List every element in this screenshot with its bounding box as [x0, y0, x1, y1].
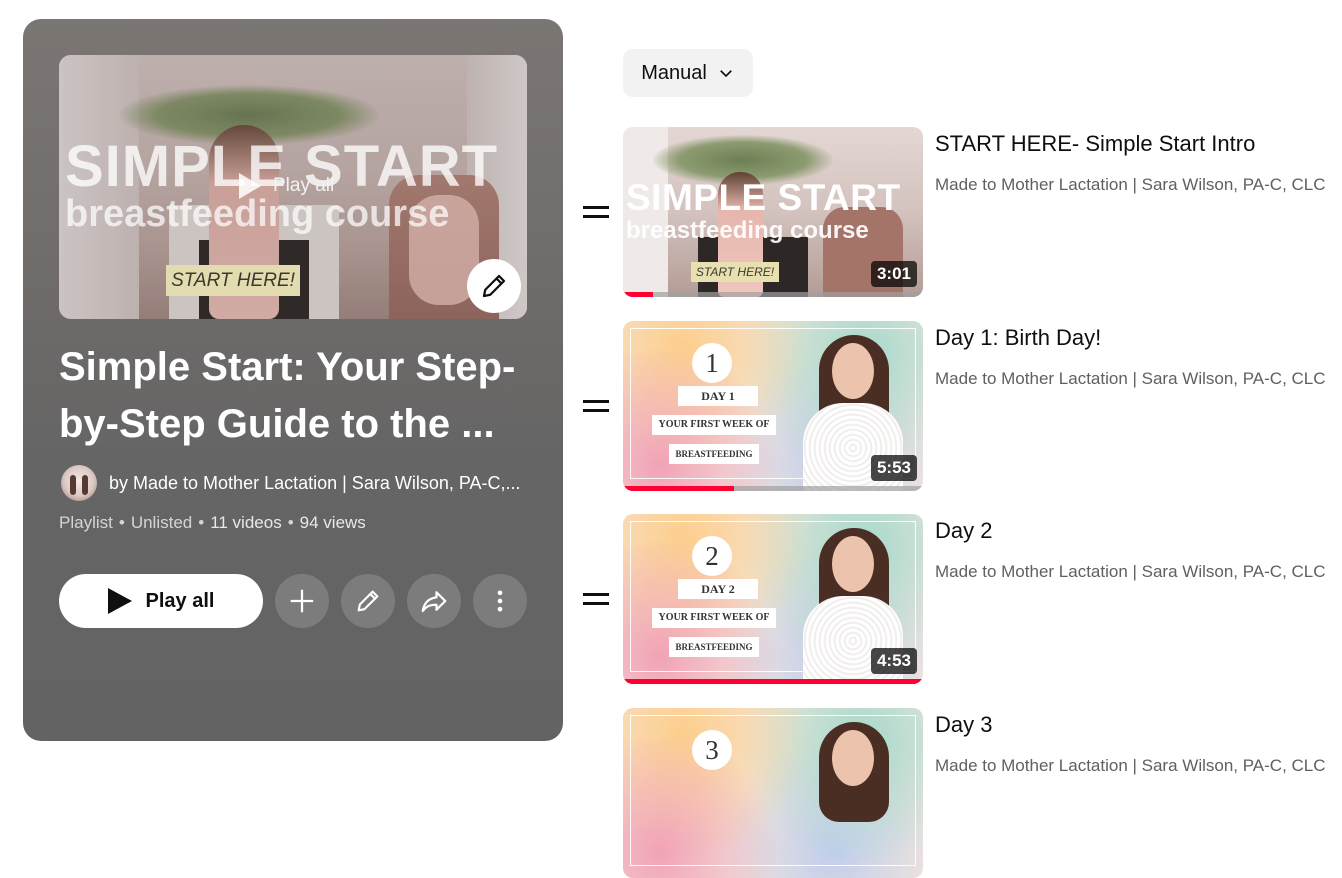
playlist-type: Playlist	[59, 513, 113, 532]
drag-handle-icon	[583, 400, 609, 412]
avatar[interactable]	[61, 465, 97, 501]
duration-badge: 4:53	[870, 648, 917, 674]
playlist-video-row[interactable]: 3 Day 3 Made to Mother Lactation | Sara …	[578, 708, 1342, 878]
play-icon	[107, 588, 132, 614]
thumbnail-subtitle-2: BREASTFEEDING	[669, 444, 759, 464]
playlist-meta: Playlist • Unlisted • 11 videos • 94 vie…	[59, 513, 366, 533]
add-to-button[interactable]	[275, 574, 329, 628]
thumbnail-day-label: DAY 1	[678, 386, 758, 406]
share-button[interactable]	[407, 574, 461, 628]
owner-name[interactable]: by Made to Mother Lactation | Sara Wilso…	[109, 473, 521, 494]
thumbnail-badge: START HERE!	[166, 265, 300, 296]
play-all-button[interactable]: Play all	[59, 574, 263, 628]
thumbnail-day-number: 1	[692, 343, 732, 383]
playlist-video-row[interactable]: SIMPLE START breastfeeding course START …	[578, 127, 1342, 297]
play-icon	[239, 173, 261, 199]
thumbnail-subtitle: YOUR FIRST WEEK OF	[652, 608, 776, 628]
playlist-view-count: 94 views	[299, 513, 366, 532]
thumbnail-title-line2: breastfeeding course	[626, 217, 869, 244]
playlist-actions: Play all	[59, 574, 527, 628]
playlist-video-count: 11 videos	[210, 513, 282, 532]
thumbnail-day-number: 2	[692, 536, 732, 576]
pencil-icon	[357, 590, 379, 612]
duration-badge: 5:53	[870, 455, 917, 481]
thumbnail-subtitle: YOUR FIRST WEEK OF	[652, 415, 776, 435]
video-title[interactable]: START HERE- Simple Start Intro	[935, 131, 1255, 157]
thumbnail-title-line1: SIMPLE START	[626, 177, 901, 218]
drag-handle[interactable]	[578, 514, 614, 684]
playlist-title-line1: Simple Start: Your Step-	[59, 345, 516, 389]
video-thumbnail[interactable]: 2 DAY 2 YOUR FIRST WEEK OF BREASTFEEDING…	[623, 514, 923, 684]
watch-progress-track	[623, 292, 923, 297]
meta-separator: •	[287, 513, 294, 532]
video-channel[interactable]: Made to Mother Lactation | Sara Wilson, …	[935, 369, 1326, 389]
more-actions-button[interactable]	[473, 574, 527, 628]
video-thumbnail[interactable]: 1 DAY 1 YOUR FIRST WEEK OF BREASTFEEDING…	[623, 321, 923, 491]
chevron-down-icon	[719, 70, 732, 78]
thumbnail-day-number: 3	[692, 730, 732, 770]
edit-thumbnail-button[interactable]	[467, 259, 521, 313]
drag-handle[interactable]	[578, 127, 614, 297]
thumbnail-play-all-overlay[interactable]: Play all	[239, 173, 334, 199]
pencil-icon	[482, 274, 506, 298]
playlist-video-row[interactable]: 2 DAY 2 YOUR FIRST WEEK OF BREASTFEEDING…	[578, 514, 1342, 684]
thumbnail-person-face	[832, 536, 874, 592]
video-title[interactable]: Day 2	[935, 518, 992, 544]
meta-separator: •	[118, 513, 125, 532]
watch-progress-bar	[623, 292, 653, 297]
watch-progress-bar	[623, 679, 923, 684]
plus-icon	[290, 589, 314, 613]
play-all-label: Play all	[145, 589, 215, 612]
duration-badge: 3:01	[870, 261, 917, 287]
drag-handle[interactable]	[578, 321, 614, 491]
video-title[interactable]: Day 1: Birth Day!	[935, 325, 1101, 351]
playlist-owner[interactable]: by Made to Mother Lactation | Sara Wilso…	[61, 465, 521, 501]
video-channel[interactable]: Made to Mother Lactation | Sara Wilson, …	[935, 756, 1326, 776]
playlist-header-panel: SIMPLE START breastfeeding course START …	[23, 19, 563, 741]
thumbnail-subtitle-2: BREASTFEEDING	[669, 637, 759, 657]
playlist-thumbnail[interactable]: SIMPLE START breastfeeding course START …	[59, 55, 527, 319]
share-icon	[421, 591, 447, 613]
meta-separator: •	[198, 513, 205, 532]
video-channel[interactable]: Made to Mother Lactation | Sara Wilson, …	[935, 562, 1326, 582]
video-title[interactable]: Day 3	[935, 712, 992, 738]
video-thumbnail[interactable]: 3	[623, 708, 923, 878]
watch-progress-bar	[623, 486, 734, 491]
thumbnail-title-line2: breastfeeding course	[65, 193, 450, 235]
thumbnail-day-label: DAY 2	[678, 579, 758, 599]
more-vert-icon	[497, 590, 503, 612]
video-thumbnail[interactable]: SIMPLE START breastfeeding course START …	[623, 127, 923, 297]
thumbnail-person-face	[832, 343, 874, 399]
drag-handle-icon	[583, 206, 609, 218]
video-channel[interactable]: Made to Mother Lactation | Sara Wilson, …	[935, 175, 1326, 195]
thumbnail-play-all-label: Play all	[273, 175, 335, 196]
edit-playlist-button[interactable]	[341, 574, 395, 628]
sort-menu-button[interactable]: Manual	[623, 49, 753, 97]
sort-label: Manual	[641, 61, 707, 84]
playlist-title: Simple Start: Your Step- by-Step Guide t…	[59, 339, 529, 453]
playlist-visibility: Unlisted	[130, 513, 193, 532]
thumbnail-badge: START HERE!	[691, 262, 779, 282]
playlist-video-row[interactable]: 1 DAY 1 YOUR FIRST WEEK OF BREASTFEEDING…	[578, 321, 1342, 491]
playlist-title-line2: by-Step Guide to the ...	[59, 402, 495, 446]
drag-handle-icon	[583, 593, 609, 605]
